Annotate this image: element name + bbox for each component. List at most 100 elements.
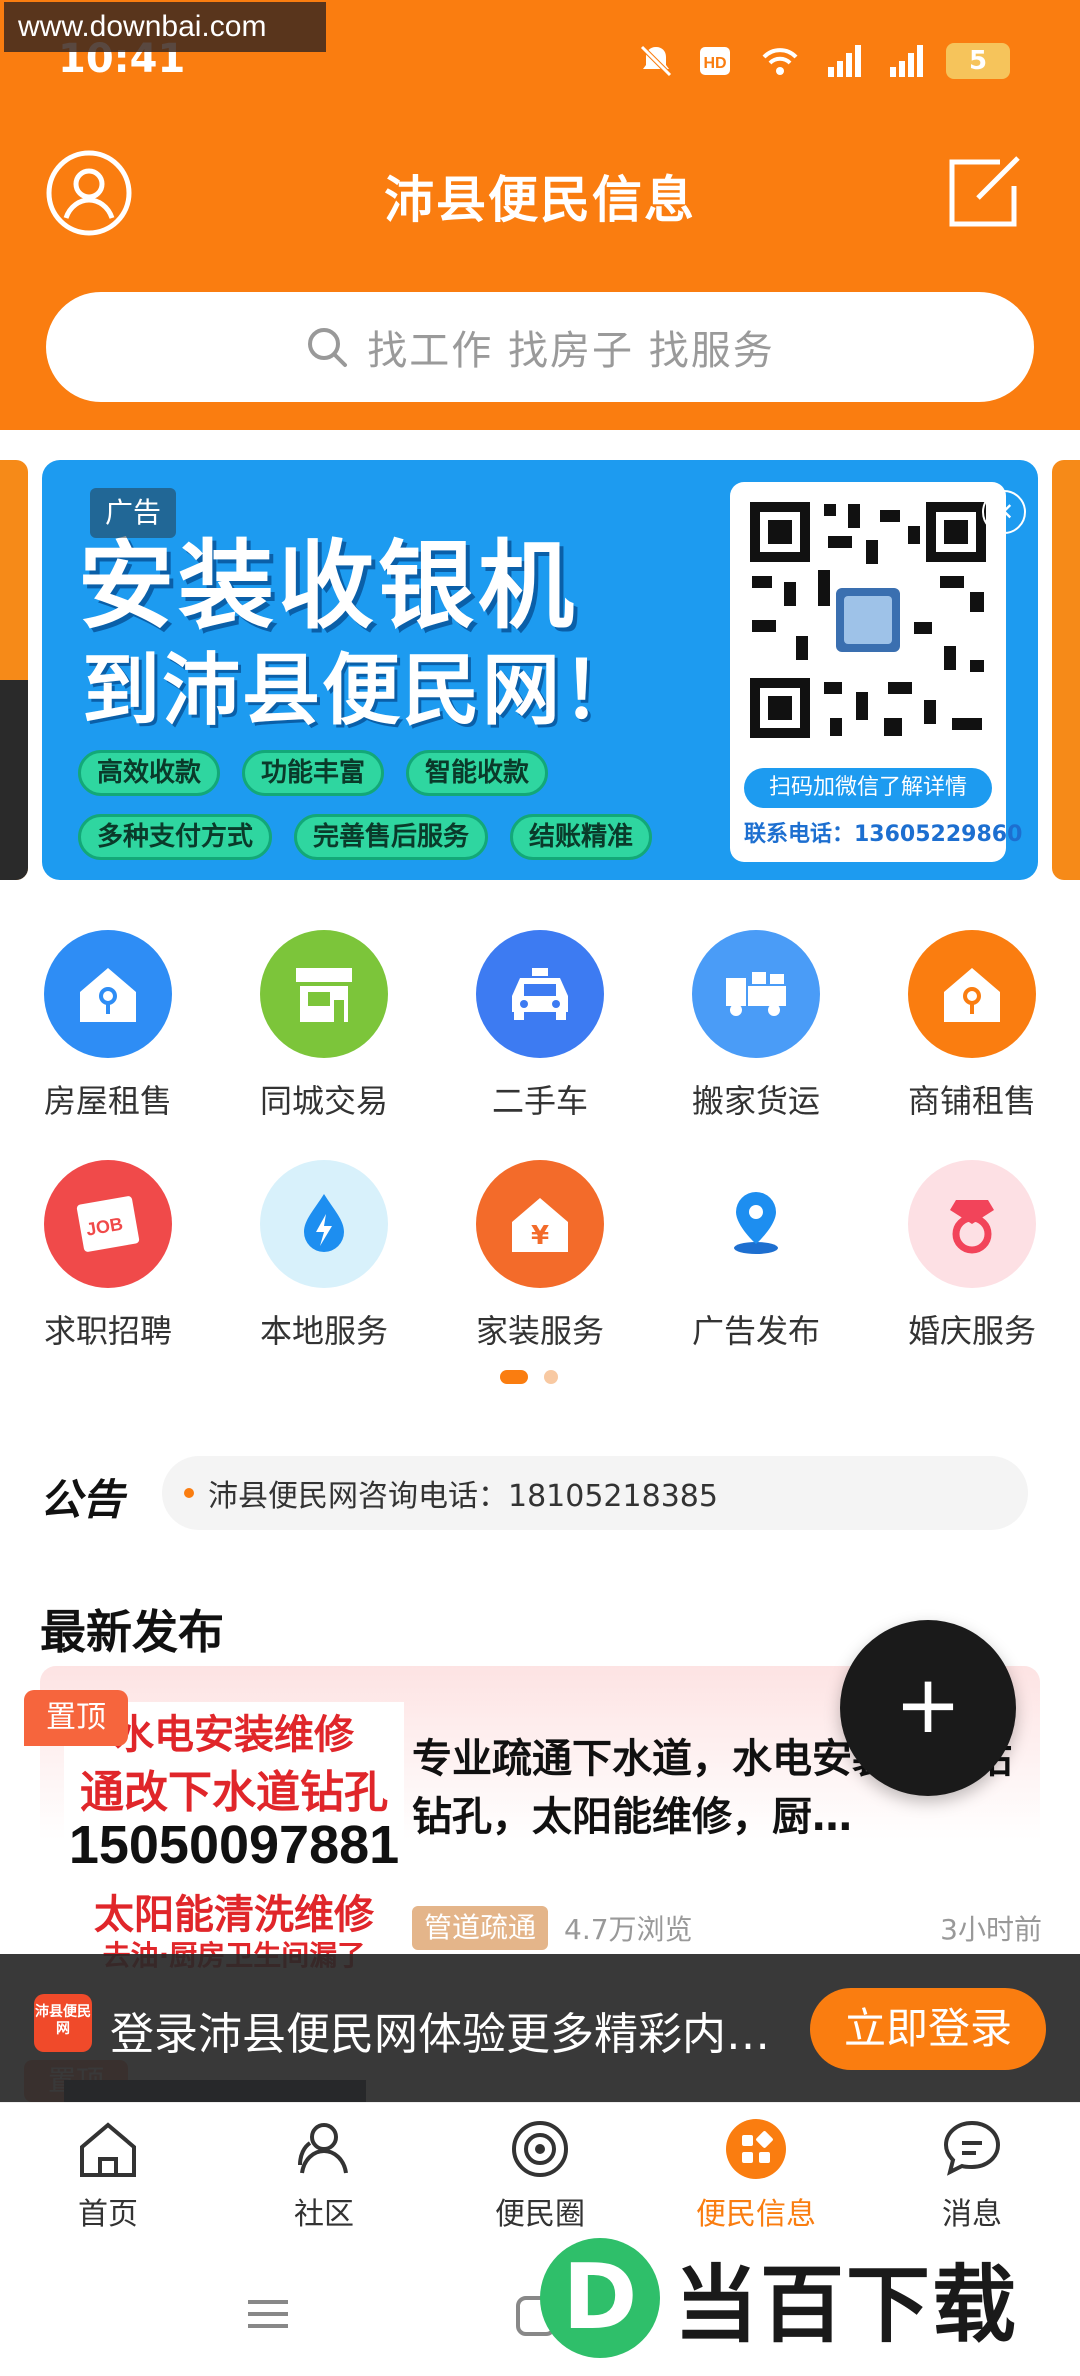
category-label: 同城交易 [259, 1082, 388, 1120]
banner-tag: 智能收款 [406, 750, 549, 796]
status-bar: 10:41 www.downbai.com HD 5 [0, 0, 1080, 110]
signal-5g-icon-2 [890, 45, 923, 77]
login-button[interactable]: 立即登录 [810, 1988, 1046, 2070]
hd-icon: HD [700, 47, 730, 75]
nav-label: 消息 [942, 2197, 1002, 2232]
app-logo: 沛县便民网 [34, 1994, 92, 2052]
brand-text: 当百下载 [674, 2255, 1019, 2354]
listing-views: 4.7万浏览 [564, 1913, 693, 1946]
announcement-logo: 公告 [40, 1475, 125, 1524]
nav-label: 便民信息 [696, 2197, 816, 2232]
category-house-rental[interactable]: 房屋租售 [0, 930, 216, 1122]
nav-home[interactable]: 首页 [0, 2103, 216, 2240]
banner-tag: 多种支付方式 [78, 814, 273, 860]
category-ad-publish[interactable]: 广告发布 [648, 1160, 864, 1352]
nav-label: 社区 [294, 2197, 354, 2232]
category-city-trade[interactable]: 同城交易 [216, 930, 432, 1122]
qr-caption: 扫码加微信了解详情 [744, 768, 992, 808]
page-title: 沛县便民信息 [384, 171, 696, 229]
login-prompt-text: 登录沛县便民网体验更多精彩内… [110, 2009, 770, 2060]
qr-code-icon [744, 496, 992, 744]
category-label: 二手车 [491, 1082, 588, 1120]
announcement-bar[interactable]: 沛县便民网咨询电话：18105218385 [162, 1456, 1028, 1530]
nav-label: 首页 [78, 2197, 138, 2232]
category-label: 家装服务 [475, 1312, 604, 1350]
message-icon [943, 2120, 1001, 2176]
search-bar[interactable]: 找工作 找房子 找服务 [46, 292, 1034, 402]
category-home-decor[interactable]: ¥ 家装服务 [432, 1160, 648, 1352]
car-icon [476, 930, 604, 1058]
search-icon [308, 328, 348, 367]
grid-apps-icon [726, 2119, 786, 2179]
banner-feature-tags: 高效收款 功能丰富 智能收款 多种支付方式 完善售后服务 结账精准 [78, 750, 718, 860]
listing-category-tag: 管道疏通 [412, 1906, 549, 1950]
ring-icon [908, 1160, 1036, 1288]
app-header: 10:41 www.downbai.com HD 5 沛县便民信息 找工作 找房… [0, 0, 1080, 430]
banner-tag: 完善售后服务 [294, 814, 489, 860]
search-placeholder: 找工作 找房子 找服务 [367, 328, 775, 374]
home-decor-icon: ¥ [476, 1160, 604, 1288]
battery-indicator: 5 [946, 43, 1010, 79]
thumb-text: 通改下水道钻孔 [80, 1767, 388, 1818]
category-pager [500, 1370, 558, 1384]
menu-icon[interactable] [248, 2298, 288, 2330]
banner-subline: 到沛县便民网！ [82, 646, 643, 736]
category-jobs[interactable]: JOB 求职招聘 [0, 1160, 216, 1352]
brand-watermark: D 当百下载 [540, 2228, 1080, 2368]
banner-contact-phone: 联系电话：13605229860 [744, 822, 1023, 847]
shop-icon [260, 930, 388, 1058]
category-label: 搬家货运 [691, 1082, 820, 1120]
pinned-badge: 置顶 [24, 1690, 128, 1746]
svg-text:¥: ¥ [531, 1221, 549, 1251]
edit-post-icon[interactable] [944, 152, 1024, 232]
signal-5g-icon [828, 45, 861, 77]
bottom-nav: 首页 社区 便民圈 便民信息 消息 [0, 2102, 1080, 2240]
nav-community[interactable]: 社区 [216, 2103, 432, 2240]
category-label: 本地服务 [259, 1312, 388, 1350]
location-pin-icon [692, 1160, 820, 1288]
category-grid: 房屋租售 同城交易 二手车 搬家货运 商铺租售 JOB 求职招聘 本地服务 ¥ … [0, 930, 1080, 1352]
announcement-text: 沛县便民网咨询电话：18105218385 [208, 1479, 718, 1514]
listing-meta: 管道疏通 4.7万浏览 3小时前 [412, 1906, 1042, 1950]
status-icons: HD 5 [636, 38, 1010, 84]
category-shop-rental[interactable]: 商铺租售 [864, 930, 1080, 1122]
truck-icon [692, 930, 820, 1058]
wifi-icon [762, 48, 798, 75]
section-title-latest: 最新发布 [40, 1605, 224, 1659]
qr-card: 扫码加微信了解详情 联系电话：13605229860 [730, 482, 1023, 862]
home-icon [80, 2122, 136, 2177]
nav-label: 便民圈 [495, 2197, 585, 2232]
mute-bell-icon [640, 45, 672, 77]
banner-tag: 结账精准 [510, 814, 653, 860]
category-label: 求职招聘 [43, 1312, 172, 1350]
banner-tag: 功能丰富 [242, 750, 385, 796]
svg-text:HD: HD [703, 55, 726, 72]
ad-banner[interactable]: 安装收银机 广告 到沛县便民网！ 高效收款 功能丰富 智能收款 多种支付方式 完… [42, 460, 1038, 880]
category-local-service[interactable]: 本地服务 [216, 1160, 432, 1352]
thumb-text: 15050097881 [68, 1815, 400, 1875]
thumb-text: 太阳能清洗维修 [94, 1892, 374, 1938]
ad-close-icon[interactable]: ✕ [982, 490, 1026, 534]
water-drop-icon [260, 1160, 388, 1288]
nav-info[interactable]: 便民信息 [648, 2103, 864, 2240]
category-label: 婚庆服务 [907, 1312, 1036, 1350]
brand-logo: D [540, 2238, 660, 2358]
store-key-icon [908, 930, 1036, 1058]
watermark-url: www.downbai.com [4, 2, 326, 52]
listing-time: 3小时前 [940, 1913, 1042, 1946]
add-post-button[interactable]: + [840, 1620, 1016, 1796]
circle-icon [512, 2121, 568, 2177]
login-prompt-bar: 沛县便民网 登录沛县便民网体验更多精彩内… 立即登录 [0, 1954, 1080, 2102]
nav-messages[interactable]: 消息 [864, 2103, 1080, 2240]
nav-circle[interactable]: 便民圈 [432, 2103, 648, 2240]
community-icon [298, 2123, 348, 2174]
pager-dot[interactable] [544, 1370, 558, 1384]
pager-dot-active[interactable] [500, 1370, 528, 1384]
banner-prev-peek[interactable] [0, 460, 28, 880]
category-used-car[interactable]: 二手车 [432, 930, 648, 1122]
job-icon: JOB [44, 1160, 172, 1288]
banner-next-peek[interactable] [1052, 460, 1080, 880]
category-label: 商铺租售 [907, 1082, 1036, 1120]
category-moving[interactable]: 搬家货运 [648, 930, 864, 1122]
category-wedding[interactable]: 婚庆服务 [864, 1160, 1080, 1352]
